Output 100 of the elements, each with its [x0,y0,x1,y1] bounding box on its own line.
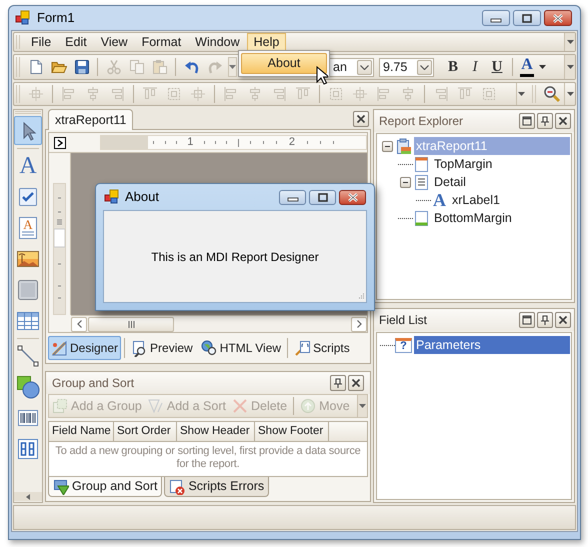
panel-title: Field List [379,312,428,329]
panel-icon [16,278,40,302]
close-button[interactable] [339,190,366,204]
app-icon [15,10,31,26]
panel-tab[interactable]: Scripts Errors [164,477,270,497]
font-color-button[interactable]: A [521,57,533,73]
caret-icon [360,64,369,70]
pin-button[interactable] [537,113,553,129]
funnel-icon [148,398,164,414]
tree-item[interactable]: TopMargin [432,155,570,173]
parameters-icon: ? [395,338,412,352]
dropdown-button[interactable] [564,83,575,105]
max-button[interactable] [309,190,336,204]
document-tab[interactable]: xtraReport11 [48,109,134,130]
caret-icon [566,40,574,44]
menu-item[interactable]: View [94,33,135,51]
font-name-field[interactable]: an [329,58,374,76]
caret-icon [420,64,429,70]
scroll-button[interactable] [14,492,42,501]
add-group-icon [52,398,68,414]
pin-button[interactable] [330,375,346,391]
max-button[interactable] [513,10,541,26]
min-button[interactable] [279,190,306,204]
view-tab[interactable]: Designer [48,336,122,360]
overflow-button[interactable] [357,395,367,417]
menu-item[interactable]: Help [246,33,286,51]
panel-title: Group and Sort [52,375,136,392]
lines-icon [22,230,34,236]
toolbox-item[interactable]: A [14,151,42,180]
view-tab[interactable]: Scripts [291,336,353,360]
column-header: Show Footer [255,422,329,441]
font-size-field[interactable]: 9.75 [379,58,434,76]
undo-icon[interactable] [184,59,200,75]
maximize-icon [521,14,533,22]
tree-item[interactable]: xrLabel1 [450,191,570,209]
digits-icon [16,436,40,460]
close-button[interactable] [555,113,571,129]
margin-band-icon [413,156,430,172]
column-header: Sort Order [114,422,177,441]
menu-item[interactable]: File [24,33,58,51]
dropdown-button[interactable] [228,57,237,77]
column-header: Field Name [49,422,114,441]
resize-grip-icon[interactable] [357,293,364,300]
underline-button[interactable]: U [486,56,508,78]
panel-tab[interactable]: Group and Sort [48,477,162,497]
close-button[interactable] [544,10,572,26]
dropdown-button[interactable] [357,60,372,74]
expander-button[interactable] [400,176,411,188]
view-tab[interactable]: HTML View [198,336,284,360]
menu-item[interactable]: Format [134,33,188,51]
expand-button[interactable] [54,136,66,148]
close-button[interactable] [353,111,369,127]
tree-item[interactable]: BottomMargin [432,209,570,227]
scroll-left-button[interactable] [71,316,87,332]
scroll-thumb[interactable] [88,316,174,332]
maximize-button[interactable] [519,312,535,328]
ruler-label: 2 [288,137,296,148]
bold-button[interactable]: B [442,56,464,78]
menu-overflow-button[interactable] [564,33,575,51]
empty-message: To add a new grouping or sorting level, first provide a data source for the report. [54,444,362,471]
close-icon [351,378,361,388]
column-header: Show Header [177,422,255,441]
italic-button[interactable]: I [464,56,486,78]
caret-icon[interactable] [539,65,546,69]
min-button[interactable] [482,10,510,26]
band-icon [413,174,430,190]
caret-icon [359,404,366,408]
close-icon [558,116,568,126]
pencil-ruler-icon [51,340,68,356]
menu-item[interactable]: Edit [58,33,94,51]
maximize-button[interactable] [519,113,535,129]
menu-item[interactable]: Window [188,33,247,51]
dropdown-button[interactable] [417,60,432,74]
arrow-up-icon [300,398,316,414]
toolbox-item[interactable] [14,116,42,145]
close-button[interactable] [555,312,571,328]
overflow-button[interactable] [516,83,526,105]
folder-icon[interactable] [50,59,66,75]
view-tab[interactable]: Preview [128,336,196,360]
caret-icon [518,92,525,96]
toolbox-item[interactable]: A [14,213,42,242]
pin-icon [540,315,550,325]
pin-button[interactable] [537,312,553,328]
tree-item[interactable]: Detail [432,173,570,191]
close-icon [356,114,366,124]
save-icon[interactable] [74,59,90,75]
zoom-out-icon[interactable] [543,85,561,103]
horizontal-scrollbar[interactable] [71,315,367,332]
new-page-icon[interactable] [28,59,44,75]
label-icon: A [431,191,448,209]
window-icon [522,116,532,126]
expander-button[interactable] [382,140,393,152]
close-button[interactable] [348,375,364,391]
scroll-right-button[interactable] [351,316,367,332]
window-icon [522,315,532,325]
overflow-button[interactable] [564,55,575,79]
funnel-icon [53,478,69,494]
menu-item[interactable]: About [241,53,327,74]
close-icon [558,315,568,325]
tree-item[interactable]: Parameters [414,336,570,354]
